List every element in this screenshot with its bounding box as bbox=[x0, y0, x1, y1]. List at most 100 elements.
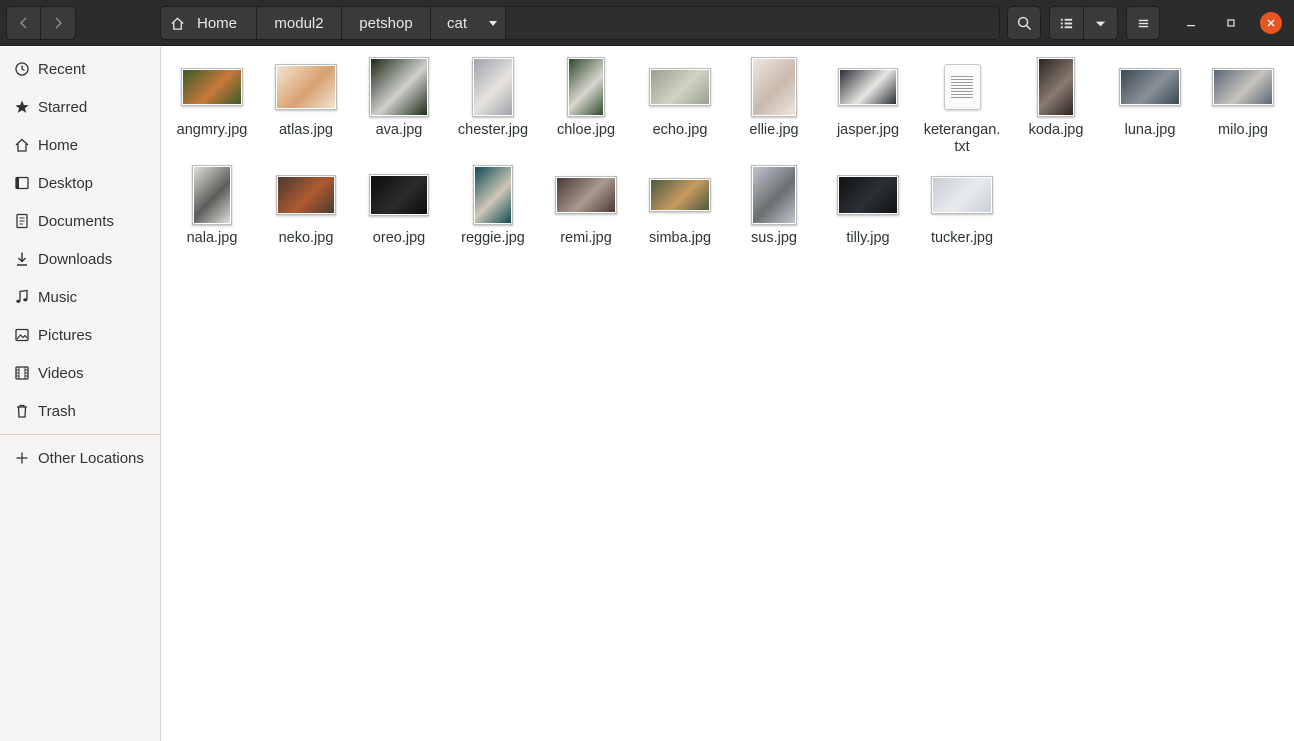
file-item[interactable]: angmry.jpg bbox=[166, 55, 258, 139]
breadcrumb-modul2-label: modul2 bbox=[274, 14, 324, 32]
file-item[interactable]: simba.jpg bbox=[634, 163, 726, 247]
file-thumbnail-area bbox=[634, 163, 726, 227]
file-thumbnail-area bbox=[166, 55, 258, 119]
file-name: tilly.jpg bbox=[846, 230, 890, 246]
minimize-button[interactable] bbox=[1180, 12, 1202, 34]
image-thumbnail bbox=[276, 175, 336, 215]
image-thumbnail bbox=[837, 175, 899, 215]
file-item[interactable]: keterangan. txt bbox=[916, 55, 1008, 156]
back-button[interactable] bbox=[6, 6, 41, 40]
file-item[interactable]: ava.jpg bbox=[353, 55, 445, 139]
sidebar-item-label: Pictures bbox=[38, 326, 93, 344]
image-thumbnail bbox=[369, 57, 429, 117]
file-name: koda.jpg bbox=[1028, 122, 1084, 138]
file-thumbnail-area bbox=[916, 55, 1008, 119]
file-item[interactable]: chloe.jpg bbox=[540, 55, 632, 139]
image-thumbnail bbox=[838, 68, 898, 106]
breadcrumb-cat-label: cat bbox=[447, 14, 468, 32]
maximize-button[interactable] bbox=[1220, 12, 1242, 34]
file-item[interactable]: koda.jpg bbox=[1010, 55, 1102, 139]
image-thumbnail bbox=[369, 174, 429, 216]
file-thumbnail-area bbox=[1010, 55, 1102, 119]
breadcrumb-cat[interactable]: cat bbox=[431, 7, 506, 39]
sidebar-item-label: Other Locations bbox=[38, 449, 144, 467]
file-thumbnail-area bbox=[1104, 55, 1196, 119]
sidebar-item-videos[interactable]: Videos bbox=[0, 354, 160, 392]
clock-icon bbox=[15, 62, 29, 76]
file-item[interactable]: ellie.jpg bbox=[728, 55, 820, 139]
file-item[interactable]: milo.jpg bbox=[1197, 55, 1289, 139]
chevron-right-icon bbox=[55, 17, 63, 29]
sidebar-item-trash[interactable]: Trash bbox=[0, 392, 160, 430]
file-item[interactable]: neko.jpg bbox=[260, 163, 352, 247]
sidebar-item-label: Trash bbox=[38, 402, 76, 420]
file-thumbnail-area bbox=[540, 163, 632, 227]
sidebar-item-label: Documents bbox=[38, 212, 114, 230]
image-thumbnail bbox=[649, 178, 711, 212]
file-item[interactable]: luna.jpg bbox=[1104, 55, 1196, 139]
file-thumbnail-area bbox=[634, 55, 726, 119]
file-thumbnail-area bbox=[353, 163, 445, 227]
file-item[interactable]: tucker.jpg bbox=[916, 163, 1008, 247]
breadcrumb-home-label: Home bbox=[197, 14, 238, 32]
file-item[interactable]: nala.jpg bbox=[166, 163, 258, 247]
header-bar: Home modul2 petshop cat bbox=[0, 0, 1294, 46]
file-item[interactable]: chester.jpg bbox=[447, 55, 539, 139]
file-item[interactable]: sus.jpg bbox=[728, 163, 820, 247]
sidebar-item-desktop[interactable]: Desktop bbox=[0, 164, 160, 202]
file-name: milo.jpg bbox=[1218, 122, 1268, 138]
file-thumbnail-area bbox=[1197, 55, 1289, 119]
breadcrumb-petshop-label: petshop bbox=[359, 14, 413, 32]
sidebar-item-home[interactable]: Home bbox=[0, 126, 160, 164]
sidebar-item-label: Videos bbox=[38, 364, 84, 382]
breadcrumb-modul2[interactable]: modul2 bbox=[257, 7, 342, 39]
document-icon bbox=[16, 213, 28, 229]
sidebar-item-recent[interactable]: Recent bbox=[0, 50, 160, 88]
file-name: nala.jpg bbox=[186, 230, 238, 246]
menu-button[interactable] bbox=[1126, 6, 1160, 40]
sidebar-item-music[interactable]: Music bbox=[0, 278, 160, 316]
file-name: tucker.jpg bbox=[930, 230, 994, 246]
search-button[interactable] bbox=[1007, 6, 1041, 40]
sidebar-item-other-locations[interactable]: Other Locations bbox=[0, 439, 160, 477]
caret-down-icon bbox=[1095, 21, 1106, 26]
sidebar-item-label: Music bbox=[38, 288, 78, 306]
video-icon bbox=[15, 366, 29, 380]
sidebar-item-label: Desktop bbox=[38, 174, 94, 192]
minimize-icon bbox=[1187, 25, 1195, 27]
file-thumbnail-area bbox=[728, 163, 820, 227]
image-thumbnail bbox=[1037, 57, 1075, 117]
file-item[interactable]: jasper.jpg bbox=[822, 55, 914, 139]
forward-button[interactable] bbox=[41, 6, 76, 40]
file-thumbnail-area bbox=[447, 163, 539, 227]
breadcrumb-petshop[interactable]: petshop bbox=[342, 7, 431, 39]
sidebar-item-downloads[interactable]: Downloads bbox=[0, 240, 160, 278]
image-thumbnail bbox=[649, 68, 711, 106]
file-name: chloe.jpg bbox=[556, 122, 616, 138]
file-item[interactable]: tilly.jpg bbox=[822, 163, 914, 247]
file-item[interactable]: atlas.jpg bbox=[260, 55, 352, 139]
file-name: ava.jpg bbox=[375, 122, 423, 138]
breadcrumb-home[interactable]: Home bbox=[161, 7, 257, 39]
home-icon bbox=[15, 138, 29, 152]
file-item[interactable]: reggie.jpg bbox=[447, 163, 539, 247]
file-item[interactable]: remi.jpg bbox=[540, 163, 632, 247]
star-icon bbox=[15, 100, 29, 113]
trash-icon bbox=[17, 404, 27, 418]
sidebar-item-documents[interactable]: Documents bbox=[0, 202, 160, 240]
close-icon bbox=[1267, 19, 1275, 27]
view-options-button[interactable] bbox=[1084, 6, 1118, 40]
image-thumbnail bbox=[192, 165, 232, 225]
file-thumbnail-area bbox=[166, 163, 258, 227]
hamburger-icon bbox=[1138, 19, 1148, 27]
image-thumbnail bbox=[555, 176, 617, 214]
file-item[interactable]: oreo.jpg bbox=[353, 163, 445, 247]
file-name: jasper.jpg bbox=[836, 122, 900, 138]
sidebar-item-starred[interactable]: Starred bbox=[0, 88, 160, 126]
close-button[interactable] bbox=[1260, 12, 1282, 34]
view-list-button[interactable] bbox=[1049, 6, 1084, 40]
file-name: echo.jpg bbox=[652, 122, 708, 138]
image-thumbnail bbox=[181, 68, 243, 106]
file-item[interactable]: echo.jpg bbox=[634, 55, 726, 139]
sidebar-item-pictures[interactable]: Pictures bbox=[0, 316, 160, 354]
